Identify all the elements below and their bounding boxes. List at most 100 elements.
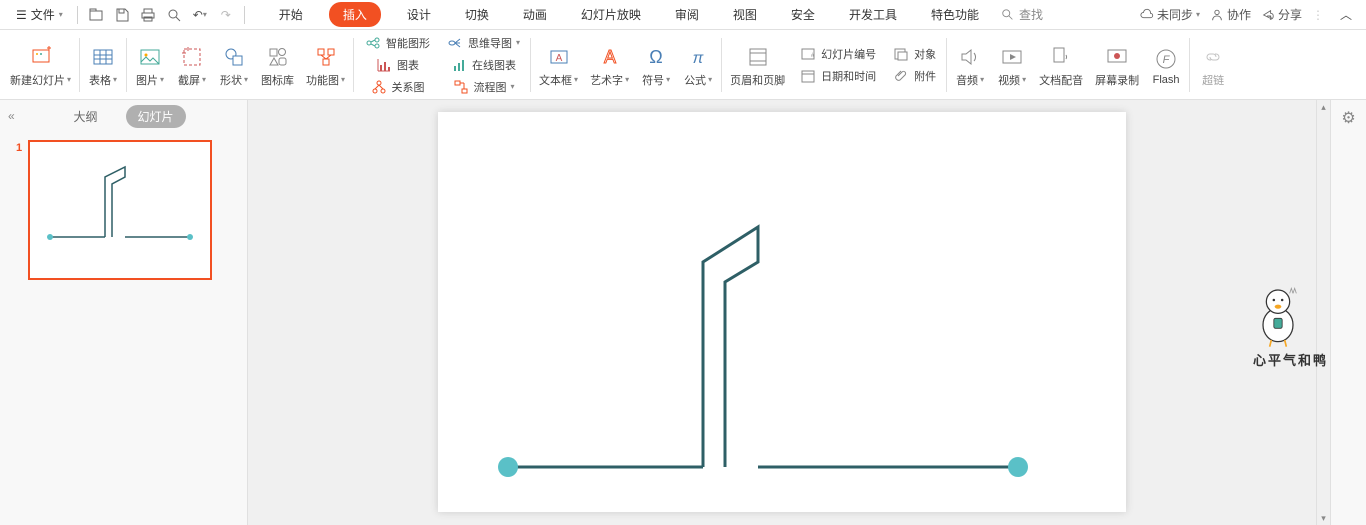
flowchart-label: 流程图 [474, 79, 507, 95]
sync-status[interactable]: 未同步▾ [1140, 6, 1200, 23]
textbox-button[interactable]: A 文本框▾ [533, 40, 584, 90]
scroll-up-button[interactable]: ▴ [1317, 100, 1330, 114]
headerfooter-icon [745, 44, 771, 70]
onlinechart-button[interactable]: 在线图表 [446, 54, 520, 76]
attachment-label: 附件 [914, 68, 936, 84]
undo-button[interactable]: ↶▾ [188, 3, 212, 27]
fnchart-label: 功能图 [306, 72, 339, 88]
picture-label: 图片 [136, 72, 158, 88]
separator [77, 6, 78, 24]
tab-start[interactable]: 开始 [271, 2, 311, 27]
mascot: 心平气和鸭 [1253, 280, 1328, 369]
video-button[interactable]: 视频▾ [991, 40, 1033, 90]
collab-button[interactable]: 协作 [1210, 6, 1251, 23]
datetime-label: 日期和时间 [821, 68, 876, 84]
file-menu[interactable]: ☰ 文件 ▾ [8, 3, 71, 26]
print-preview-button[interactable] [162, 3, 186, 27]
chart-icon [375, 56, 393, 74]
audio-button[interactable]: 音频▾ [949, 40, 991, 90]
flowchart-button[interactable]: 流程图▾ [448, 76, 519, 98]
smartshape-button[interactable]: 智能图形 [360, 32, 434, 54]
redo-button[interactable]: ↷ [214, 3, 238, 27]
new-slide-button[interactable]: 新建幻灯片▾ [4, 40, 77, 90]
svg-text:π: π [693, 50, 704, 67]
slide-thumb [28, 140, 212, 280]
symbol-label: 符号 [642, 72, 664, 88]
chart-button[interactable]: 图表 [371, 54, 423, 76]
table-label: 表格 [89, 72, 111, 88]
slidenum-button[interactable]: #幻灯片编号 [795, 43, 880, 65]
svg-text:F: F [1163, 54, 1171, 66]
mindmap-button[interactable]: 思维导图▾ [442, 32, 524, 54]
slide-panel: « 大纲 幻灯片 1 [0, 100, 248, 525]
symbol-button[interactable]: Ω 符号▾ [635, 40, 677, 90]
slide-thumbnail-1[interactable]: 1 [0, 132, 247, 288]
audio-label: 音频 [956, 72, 978, 88]
outline-tab[interactable]: 大纲 [61, 105, 109, 128]
screenshot-label: 截屏 [178, 72, 200, 88]
picture-button[interactable]: 图片▾ [129, 40, 171, 90]
flash-label: Flash [1153, 74, 1180, 86]
tab-animation[interactable]: 动画 [515, 2, 555, 27]
docvoice-button[interactable]: 文档配音 [1033, 40, 1089, 90]
screenshot-button[interactable]: 截屏▾ [171, 40, 213, 90]
print-button[interactable] [136, 3, 160, 27]
shape-icon [221, 44, 247, 70]
separator [244, 6, 245, 24]
chevron-down-icon: ▾ [59, 10, 63, 19]
settings-icon[interactable]: ⚙ [1341, 108, 1355, 128]
collapse-ribbon-button[interactable]: ︿ [1334, 3, 1358, 27]
canvas-area[interactable] [248, 100, 1316, 525]
textbox-label: 文本框 [539, 72, 572, 88]
shape-button[interactable]: 形状▾ [213, 40, 255, 90]
person-icon [1210, 8, 1224, 22]
slides-tab[interactable]: 幻灯片 [126, 105, 186, 128]
relation-label: 关系图 [392, 79, 425, 95]
mindmap-label: 思维导图 [468, 35, 512, 51]
headerfooter-button[interactable]: 页眉和页脚 [724, 40, 791, 90]
docvoice-label: 文档配音 [1039, 72, 1083, 88]
right-strip: ⚙ [1330, 100, 1366, 525]
tab-devtools[interactable]: 开发工具 [841, 2, 905, 27]
tab-security[interactable]: 安全 [783, 2, 823, 27]
iconlib-button[interactable]: 图标库 [255, 40, 300, 90]
tab-design[interactable]: 设计 [399, 2, 439, 27]
open-button[interactable] [84, 3, 108, 27]
search-icon [1001, 8, 1015, 22]
save-button[interactable] [110, 3, 134, 27]
share-button[interactable]: 分享 [1261, 6, 1302, 23]
equation-button[interactable]: π 公式▾ [677, 40, 719, 90]
fnchart-button[interactable]: 功能图▾ [300, 40, 351, 90]
screenrec-button[interactable]: 屏幕录制 [1089, 40, 1145, 90]
object-button[interactable]: 对象 [888, 43, 940, 65]
hyperlink-button[interactable]: 超链 [1192, 40, 1234, 90]
scroll-down-button[interactable]: ▾ [1317, 511, 1330, 525]
flowchart-icon [452, 78, 470, 96]
tab-view[interactable]: 视图 [725, 2, 765, 27]
table-icon [90, 44, 116, 70]
screenshot-icon [179, 44, 205, 70]
flash-button[interactable]: F Flash [1145, 42, 1187, 88]
onlinechart-label: 在线图表 [472, 57, 516, 73]
collapse-panel-button[interactable]: « [8, 109, 15, 123]
tab-features[interactable]: 特色功能 [923, 2, 987, 27]
wordart-button[interactable]: A 艺术字▾ [584, 40, 635, 90]
symbol-icon: Ω [643, 44, 669, 70]
svg-text:A: A [555, 53, 562, 64]
smartshape-label: 智能图形 [386, 35, 430, 51]
tab-transition[interactable]: 切换 [457, 2, 497, 27]
datetime-button[interactable]: 日期和时间 [795, 65, 880, 87]
tab-insert[interactable]: 插入 [329, 2, 381, 27]
table-button[interactable]: 表格▾ [82, 40, 124, 90]
fnchart-icon [313, 44, 339, 70]
search-input[interactable]: 查找 [1001, 6, 1043, 23]
tab-slideshow[interactable]: 幻灯片放映 [573, 2, 649, 27]
equation-label: 公式 [684, 72, 706, 88]
share-label: 分享 [1278, 6, 1302, 23]
svg-text:Ω: Ω [649, 47, 662, 67]
chart-label: 图表 [397, 57, 419, 73]
equation-icon: π [685, 44, 711, 70]
tab-review[interactable]: 审阅 [667, 2, 707, 27]
relation-button[interactable]: 关系图 [366, 76, 429, 98]
attachment-button[interactable]: 附件 [888, 65, 940, 87]
